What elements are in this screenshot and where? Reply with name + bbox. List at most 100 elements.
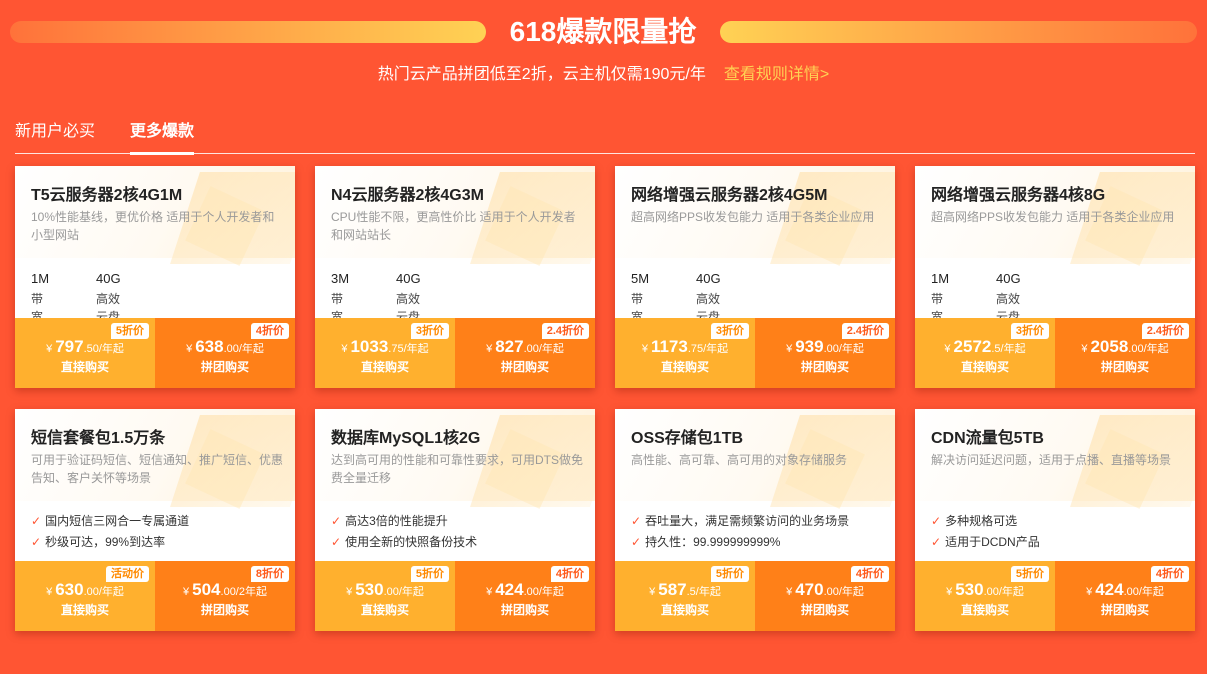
direct-buy-button[interactable]: 3折价 ¥1033.75/年起 直接购买 xyxy=(315,318,455,388)
currency-symbol: ¥ xyxy=(486,586,493,598)
card-header: OSS存储包1TB 高性能、高可靠、高可用的对象存储服务 xyxy=(615,409,895,509)
currency-symbol: ¥ xyxy=(649,586,656,598)
price: ¥827.00/年起 xyxy=(455,336,595,360)
price-suffix: .00/年起 xyxy=(383,586,424,598)
group-buy-button[interactable]: 4折价 ¥424.00/年起 拼团购买 xyxy=(455,561,595,631)
price-integer: 1173 xyxy=(650,337,688,356)
price: ¥2572.5/年起 xyxy=(915,336,1055,360)
direct-buy-button[interactable]: 活动价 ¥630.00/年起 直接购买 xyxy=(15,561,155,631)
price-integer: 827 xyxy=(495,337,524,356)
feature-list: ✓ 吞吐量大，满足需频繁访问的业务场景 ✓ 持久性：99.999999999% xyxy=(631,511,849,553)
direct-buy-button[interactable]: 3折价 ¥2572.5/年起 直接购买 xyxy=(915,318,1055,388)
price-integer: 424 xyxy=(1095,580,1124,599)
product-title: 短信套餐包1.5万条 xyxy=(31,430,166,447)
price-suffix: .50/年起 xyxy=(83,343,124,355)
buy-label: 拼团购买 xyxy=(200,360,249,374)
price-integer: 504 xyxy=(192,580,221,599)
group-buy-button[interactable]: 2.4折价 ¥939.00/年起 拼团购买 xyxy=(755,318,895,388)
product-desc: 解决访问延迟问题，适用于点播、直播等场景 xyxy=(931,453,1172,467)
product-desc: 高性能、高可靠、高可用的对象存储服务 xyxy=(631,453,848,467)
subtitle-text: 热门云产品拼团低至2折，云主机仅需190元/年 xyxy=(377,66,706,83)
buy-label: 拼团购买 xyxy=(800,360,849,374)
price-integer: 587 xyxy=(658,580,687,599)
tab-new-users[interactable]: 新用户必买 xyxy=(15,120,95,152)
group-buy-button[interactable]: 2.4折价 ¥2058.00/年起 拼团购买 xyxy=(1055,318,1195,388)
price-suffix: .5/年起 xyxy=(686,586,721,598)
product-desc: CPU性能不限，更高性价比 适用于个人开发者和网站站长 xyxy=(331,210,576,242)
price-integer: 424 xyxy=(495,580,524,599)
feature-text: 使用全新的快照备份技术 xyxy=(345,535,478,549)
feature-list: ✓ 高达3倍的性能提升 ✓ 使用全新的快照备份技术 xyxy=(331,511,477,553)
price: ¥530.00/年起 xyxy=(915,579,1055,603)
promo-subtitle: 热门云产品拼团低至2折，云主机仅需190元/年 查看规则详情> xyxy=(0,64,1207,86)
direct-buy-button[interactable]: 5折价 ¥587.5/年起 直接购买 xyxy=(615,561,755,631)
product-card: N4云服务器2核4G3M CPU性能不限，更高性价比 适用于个人开发者和网站站长 3… xyxy=(315,166,595,388)
check-icon: ✓ xyxy=(931,514,942,528)
rules-link[interactable]: 查看规则详情> xyxy=(724,66,829,83)
group-buy-button[interactable]: 4折价 ¥638.00/年起 拼团购买 xyxy=(155,318,295,388)
currency-symbol: ¥ xyxy=(1086,586,1093,598)
spec-value: 1M xyxy=(31,271,50,286)
price-suffix: .00/年起 xyxy=(983,586,1024,598)
product-card: 网络增强云服务器2核4G5M 超高网络PPS收发包能力 适用于各类企业应用 5M 带宽… xyxy=(615,166,895,388)
price: ¥424.00/年起 xyxy=(455,579,595,603)
feature-list: ✓ 多种规格可选 ✓ 适用于DCDN产品 xyxy=(931,511,1040,553)
buy-label: 直接购买 xyxy=(960,360,1009,374)
buy-label: 拼团购买 xyxy=(200,603,249,617)
currency-symbol: ¥ xyxy=(183,586,190,598)
feature-text: 国内短信三网合一专属通道 xyxy=(45,514,190,528)
price-integer: 638 xyxy=(195,337,224,356)
feature-list: ✓ 国内短信三网合一专属通道 ✓ 秒级可达，99%到达率 xyxy=(31,511,189,553)
feature-text: 适用于DCDN产品 xyxy=(945,535,1040,549)
price-integer: 1033 xyxy=(350,337,389,356)
product-card: OSS存储包1TB 高性能、高可靠、高可用的对象存储服务 ✓ 吞吐量大，满足需频繁访问… xyxy=(615,409,895,631)
product-card: T5云服务器2核4G1M 10%性能基线，更优价格 适用于个人开发者和小型网站 1M… xyxy=(15,166,295,388)
feature-item: ✓ 吞吐量大，满足需频繁访问的业务场景 xyxy=(631,511,849,532)
buy-label: 直接购买 xyxy=(360,360,409,374)
tab-more-hot[interactable]: 更多爆款 xyxy=(130,120,195,155)
group-buy-button[interactable]: 8折价 ¥504.00/2年起 拼团购买 xyxy=(155,561,295,631)
price-suffix: .00/年起 xyxy=(823,343,864,355)
title-decor-right xyxy=(720,21,1197,43)
price-suffix: .00/2年起 xyxy=(220,586,267,598)
check-icon: ✓ xyxy=(331,514,342,528)
product-desc: 超高网络PPS收发包能力 适用于各类企业应用 xyxy=(631,210,875,224)
product-card: CDN流量包5TB 解决访问延迟问题，适用于点播、直播等场景 ✓ 多种规格可选 ✓ 适用于… xyxy=(915,409,1195,631)
price-suffix: .00/年起 xyxy=(223,343,264,355)
product-title: 网络增强云服务器4核8G xyxy=(931,187,1106,204)
direct-buy-button[interactable]: 5折价 ¥530.00/年起 直接购买 xyxy=(315,561,455,631)
buy-label: 直接购买 xyxy=(660,360,709,374)
title-decor-left xyxy=(10,21,486,43)
currency-symbol: ¥ xyxy=(946,586,953,598)
price-integer: 2572 xyxy=(953,337,992,356)
direct-buy-button[interactable]: 5折价 ¥797.50/年起 直接购买 xyxy=(15,318,155,388)
card-header: CDN流量包5TB 解决访问延迟问题，适用于点播、直播等场景 xyxy=(915,409,1195,509)
price-suffix: .5/年起 xyxy=(991,343,1026,355)
card-header: 网络增强云服务器4核8G 超高网络PPS收发包能力 适用于各类企业应用 xyxy=(915,166,1195,266)
buy-label: 直接购买 xyxy=(360,603,409,617)
direct-buy-button[interactable]: 3折价 ¥1173.75/年起 直接购买 xyxy=(615,318,755,388)
direct-buy-button[interactable]: 5折价 ¥530.00/年起 直接购买 xyxy=(915,561,1055,631)
check-icon: ✓ xyxy=(631,514,642,528)
product-desc: 可用于验证码短信、短信通知、推广短信、优惠告知、客户关怀等场景 xyxy=(31,453,284,485)
feature-text: 秒级可达，99%到达率 xyxy=(45,535,166,549)
spec-value: 40G xyxy=(396,271,421,286)
group-buy-button[interactable]: 4折价 ¥470.00/年起 拼团购买 xyxy=(755,561,895,631)
check-icon: ✓ xyxy=(931,535,942,549)
card-header: 数据库MySQL1核2G 达到高可用的性能和可靠性要求，可用DTS做免费全量迁移 xyxy=(315,409,595,509)
currency-symbol: ¥ xyxy=(46,586,53,598)
currency-symbol: ¥ xyxy=(341,343,348,355)
price-integer: 470 xyxy=(795,580,824,599)
currency-symbol: ¥ xyxy=(346,586,353,598)
product-title: CDN流量包5TB xyxy=(931,430,1044,447)
price-integer: 630 xyxy=(55,580,84,599)
price-integer: 530 xyxy=(955,580,984,599)
price: ¥470.00/年起 xyxy=(755,579,895,603)
check-icon: ✓ xyxy=(31,535,42,549)
currency-symbol: ¥ xyxy=(641,343,648,355)
price: ¥1173.75/年起 xyxy=(615,336,755,360)
check-icon: ✓ xyxy=(31,514,42,528)
group-buy-button[interactable]: 2.4折价 ¥827.00/年起 拼团购买 xyxy=(455,318,595,388)
product-desc: 超高网络PPS收发包能力 适用于各类企业应用 xyxy=(931,210,1175,224)
group-buy-button[interactable]: 4折价 ¥424.00/年起 拼团购买 xyxy=(1055,561,1195,631)
